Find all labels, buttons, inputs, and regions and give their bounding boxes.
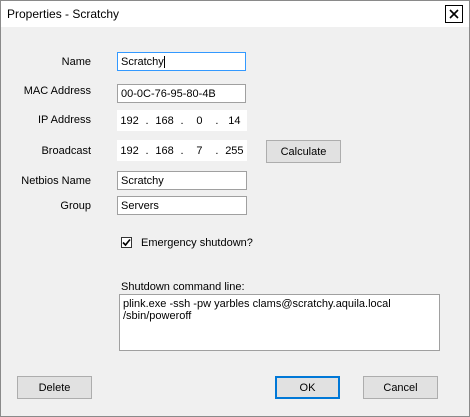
text-caret	[163, 56, 165, 68]
broadcast-octet-2[interactable]: 168	[152, 145, 177, 157]
ip-octet-3[interactable]: 0	[187, 115, 212, 127]
ok-button[interactable]: OK	[275, 376, 340, 399]
ip-label: IP Address	[38, 114, 91, 126]
name-value: Scratchy	[121, 56, 164, 68]
ip-address-field[interactable]: 192 . 168 . 0 . 14	[117, 110, 247, 131]
close-icon	[449, 9, 459, 19]
ip-octet-1[interactable]: 192	[117, 115, 142, 127]
mac-value: 00-0C-76-95-80-4B	[121, 88, 216, 100]
netbios-name-field[interactable]: Scratchy	[117, 171, 247, 190]
mac-address-field[interactable]: 00-0C-76-95-80-4B	[117, 84, 246, 103]
broadcast-field[interactable]: 192 . 168 . 7 . 255	[117, 140, 247, 161]
name-label: Name	[61, 56, 91, 68]
calculate-button[interactable]: Calculate	[266, 140, 341, 163]
title-bar: Properties - Scratchy	[1, 1, 469, 27]
name-field[interactable]: Scratchy	[117, 52, 246, 71]
group-field[interactable]: Servers	[117, 196, 247, 215]
group-label: Group	[60, 200, 91, 212]
ip-octet-4[interactable]: 14	[222, 115, 247, 127]
cancel-button[interactable]: Cancel	[363, 376, 438, 399]
netbios-label: Netbios Name	[21, 175, 91, 187]
broadcast-octet-3[interactable]: 7	[187, 145, 212, 157]
mac-label: MAC Address	[23, 85, 91, 97]
shutdown-command-label: Shutdown command line:	[121, 281, 245, 293]
broadcast-dot: .	[215, 144, 219, 157]
netbios-value: Scratchy	[121, 175, 164, 187]
broadcast-dot: .	[145, 144, 149, 157]
ip-dot: .	[145, 114, 149, 127]
emergency-shutdown-label[interactable]: Emergency shutdown?	[141, 237, 253, 249]
properties-dialog: Properties - Scratchy Name Scratchy MAC …	[0, 0, 470, 417]
ip-dot: .	[215, 114, 219, 127]
delete-button[interactable]: Delete	[17, 376, 92, 399]
ip-octet-2[interactable]: 168	[152, 115, 177, 127]
window-title: Properties - Scratchy	[7, 7, 120, 21]
command-line: plink.exe -ssh -pw yarbles clams@scratch…	[123, 298, 391, 310]
command-line: /sbin/poweroff	[123, 310, 192, 322]
close-button[interactable]	[445, 5, 463, 23]
checkmark-icon	[122, 238, 131, 247]
broadcast-octet-1[interactable]: 192	[117, 145, 142, 157]
broadcast-octet-4[interactable]: 255	[222, 145, 247, 157]
ip-dot: .	[180, 114, 184, 127]
group-value: Servers	[121, 200, 159, 212]
emergency-shutdown-checkbox[interactable]	[121, 237, 132, 248]
shutdown-command-textarea[interactable]: plink.exe -ssh -pw yarbles clams@scratch…	[119, 294, 440, 351]
broadcast-label: Broadcast	[41, 145, 91, 157]
broadcast-dot: .	[180, 144, 184, 157]
